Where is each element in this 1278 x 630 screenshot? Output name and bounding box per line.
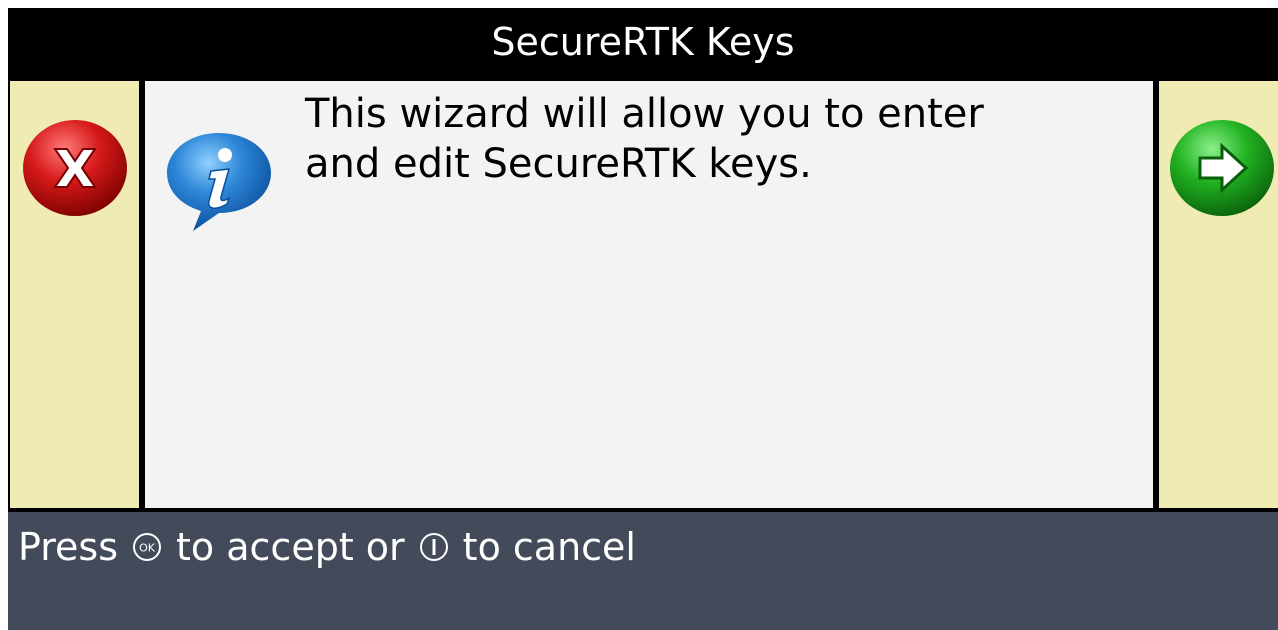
wizard-message: This wizard will allow you to enter and … [305, 89, 1135, 189]
message-line-2: and edit SecureRTK keys. [305, 141, 812, 187]
power-key-icon [419, 533, 448, 561]
dialog-title: SecureRTK Keys [8, 8, 1278, 80]
info-bubble-icon [167, 133, 271, 231]
next-button[interactable] [1166, 116, 1278, 220]
cancel-button[interactable] [20, 116, 130, 220]
wizard-screen: SecureRTK Keys This wizard will allow yo… [8, 8, 1278, 630]
footer-prefix: Press [18, 525, 119, 569]
ok-key-label: OK [139, 542, 156, 555]
footer-middle: to accept or [176, 525, 405, 569]
footer-suffix: to cancel [462, 525, 636, 569]
footer-hint-bar: Press OK to accept or to cancel [8, 512, 1278, 630]
content-area: This wizard will allow you to enter and … [145, 81, 1153, 508]
message-line-1: This wizard will allow you to enter [305, 91, 984, 137]
footer-instruction: Press OK to accept or to cancel [18, 524, 636, 570]
ok-key-icon: OK [133, 533, 162, 561]
